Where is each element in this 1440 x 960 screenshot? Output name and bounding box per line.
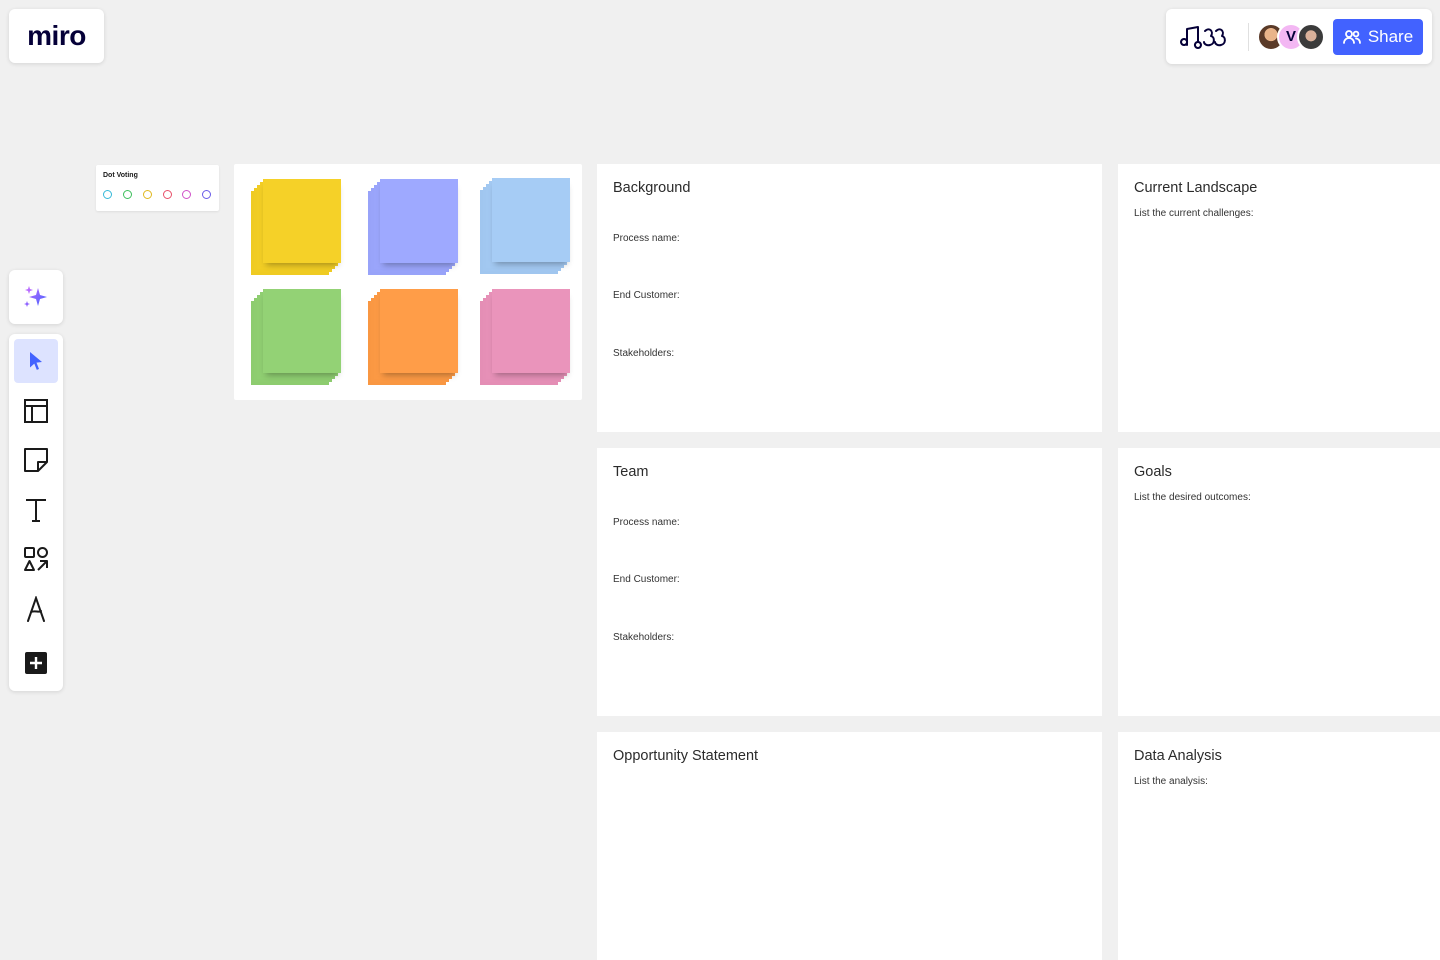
field-label: Process name: — [613, 233, 680, 244]
vote-dot[interactable] — [202, 190, 211, 199]
frame-data-analysis[interactable]: Data Analysis List the analysis: — [1118, 732, 1440, 960]
sticky-stack-purple[interactable] — [364, 179, 458, 279]
frame-title: Goals — [1134, 464, 1172, 480]
sticky-notes-palette — [234, 164, 582, 400]
vote-dot[interactable] — [143, 190, 152, 199]
sticky-stack-orange[interactable] — [364, 289, 458, 389]
creation-toolbar — [9, 334, 63, 691]
sticky-note — [492, 289, 570, 373]
frame-current-landscape[interactable]: Current Landscape List the current chall… — [1118, 164, 1440, 432]
templates-tool[interactable] — [14, 389, 58, 433]
vote-dot[interactable] — [182, 190, 191, 199]
plus-icon — [25, 652, 47, 674]
field-label: Stakeholders: — [613, 348, 675, 359]
frame-title: Data Analysis — [1134, 748, 1222, 764]
vote-dot[interactable] — [103, 190, 112, 199]
frame-subtitle: List the current challenges: — [1134, 208, 1254, 219]
more-tools-button[interactable] — [14, 641, 58, 685]
sticky-note-icon — [24, 448, 48, 472]
field-label: End Customer: — [613, 574, 680, 585]
frame-title: Team — [613, 464, 649, 480]
sticky-note-tool[interactable] — [14, 438, 58, 482]
dot-voting-widget[interactable]: Dot Voting — [96, 165, 219, 211]
frame-title: Opportunity Statement — [613, 748, 759, 764]
field-label: Process name: — [613, 517, 680, 528]
collaborator-avatars: V — [1257, 22, 1325, 51]
sticky-stack-green[interactable] — [247, 289, 341, 389]
avatar-initial: V — [1285, 28, 1296, 45]
vote-dot[interactable] — [163, 190, 172, 199]
frame-title: Background — [613, 180, 691, 196]
share-label: Share — [1367, 26, 1414, 46]
shapes-icon — [24, 547, 48, 571]
collaboration-bar: V Share — [1166, 9, 1432, 64]
sticky-stack-pink[interactable] — [476, 289, 570, 389]
sticky-note — [263, 179, 341, 263]
shapes-tool[interactable] — [14, 537, 58, 581]
ai-assist-button[interactable] — [9, 270, 63, 324]
text-icon — [26, 499, 46, 522]
frame-subtitle: List the desired outcomes: — [1134, 492, 1251, 503]
dot-voting-title: Dot Voting — [103, 172, 138, 179]
sticky-note — [263, 289, 341, 373]
text-tool[interactable] — [14, 488, 58, 532]
sparkle-icon — [24, 286, 47, 307]
frame-subtitle: List the analysis: — [1134, 776, 1208, 787]
frame-goals[interactable]: Goals List the desired outcomes: — [1118, 448, 1440, 716]
frame-opportunity-statement[interactable]: Opportunity Statement — [597, 732, 1102, 960]
cursor-icon — [30, 352, 42, 370]
reactions-icon[interactable] — [1178, 17, 1238, 57]
sticky-stack-blue[interactable] — [476, 178, 570, 278]
miro-logo[interactable]: miro — [9, 9, 104, 63]
field-label: End Customer: — [613, 290, 680, 301]
field-label: Stakeholders: — [613, 632, 675, 643]
sticky-note — [380, 289, 458, 373]
pen-tool[interactable] — [14, 587, 58, 631]
sticky-stack-yellow[interactable] — [247, 179, 341, 279]
frame-team[interactable]: Team Process name: End Customer: Stakeho… — [597, 448, 1102, 716]
vote-dot[interactable] — [123, 190, 132, 199]
share-button[interactable]: Share — [1333, 18, 1423, 55]
divider — [1248, 22, 1249, 51]
frame-background[interactable]: Background Process name: End Customer: S… — [597, 164, 1102, 432]
sticky-note — [492, 178, 570, 262]
pen-icon — [27, 596, 45, 622]
sticky-note — [380, 179, 458, 263]
layout-icon — [24, 399, 48, 423]
collaborator-avatar-2[interactable] — [1297, 22, 1325, 51]
users-icon — [1342, 29, 1361, 44]
frame-title: Current Landscape — [1134, 180, 1258, 196]
select-tool[interactable] — [14, 339, 58, 383]
logo-text: miro — [27, 20, 86, 51]
